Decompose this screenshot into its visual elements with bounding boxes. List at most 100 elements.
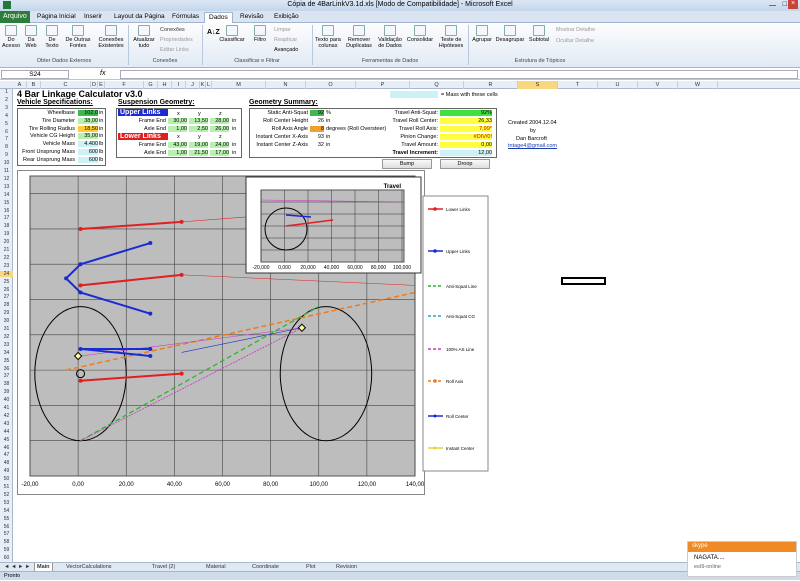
row-header[interactable]: 42 (0, 413, 13, 419)
row-header[interactable]: 5 (0, 121, 13, 127)
vehicle-value-input[interactable]: 35,00 (78, 133, 98, 140)
minimize-icon[interactable]: — (769, 2, 776, 9)
column-header-H[interactable]: H (158, 81, 172, 89)
remove-duplicates-button[interactable]: Remover Duplicatas (344, 25, 374, 49)
consolidate-button[interactable]: Consolidar (405, 25, 435, 43)
coord-input[interactable]: 2,50 (189, 126, 208, 132)
row-header[interactable]: 11 (0, 168, 13, 174)
column-header-F[interactable]: F (105, 81, 144, 89)
tab-dados[interactable]: Dados (204, 12, 233, 23)
row-header[interactable]: 50 (0, 476, 13, 482)
text-to-columns-button[interactable]: Texto para colunas (314, 25, 342, 49)
row-header[interactable]: 12 (0, 176, 13, 182)
column-header-Q[interactable]: Q (410, 81, 464, 89)
data-validation-button[interactable]: Validação de Dados (375, 25, 405, 49)
coord-input[interactable]: 17,00 (210, 150, 229, 156)
formula-input[interactable] (120, 70, 798, 79)
fx-icon[interactable]: fx (100, 70, 105, 77)
vehicle-value-input[interactable]: 102,0 (78, 110, 98, 116)
row-header[interactable]: 59 (0, 547, 13, 553)
row-header[interactable]: 8 (0, 144, 13, 150)
from-access-button[interactable]: Do Acesso (2, 25, 20, 49)
row-header[interactable]: 54 (0, 508, 13, 514)
file-tab[interactable]: Arquivo (0, 11, 30, 23)
tab-formulas[interactable]: Fórmulas (168, 12, 203, 23)
droop-button[interactable]: Droop (440, 159, 490, 169)
column-header-D[interactable]: D (91, 81, 98, 89)
row-header[interactable]: 49 (0, 468, 13, 474)
row-header[interactable]: 1 (0, 89, 13, 95)
row-header[interactable]: 52 (0, 492, 13, 498)
row-header[interactable]: 13 (0, 184, 13, 190)
row-header[interactable]: 35 (0, 358, 13, 364)
row-header[interactable]: 32 (0, 334, 13, 340)
row-header[interactable]: 39 (0, 389, 13, 395)
active-cell[interactable] (561, 277, 606, 285)
row-header[interactable]: 60 (0, 555, 13, 561)
row-header[interactable]: 4 (0, 113, 13, 119)
existing-connections-button[interactable]: Conexões Existentes (96, 25, 126, 49)
sort-button[interactable]: Classificar (218, 25, 246, 43)
from-web-button[interactable]: Da Web (22, 25, 40, 49)
row-header[interactable]: 28 (0, 302, 13, 308)
column-header-V[interactable]: V (638, 81, 678, 89)
row-header[interactable]: 47 (0, 452, 13, 458)
row-header[interactable]: 53 (0, 500, 13, 506)
row-header[interactable]: 19 (0, 231, 13, 237)
row-header[interactable]: 43 (0, 421, 13, 427)
row-header[interactable]: 21 (0, 247, 13, 253)
row-header[interactable]: 45 (0, 437, 13, 443)
ungroup-button[interactable]: Desagrupar (495, 25, 525, 43)
row-header[interactable]: 48 (0, 460, 13, 466)
tab-revisao[interactable]: Revisão (236, 12, 267, 23)
row-header[interactable]: 15 (0, 200, 13, 206)
column-header-E[interactable]: E (98, 81, 105, 89)
tab-inserir[interactable]: Inserir (80, 12, 106, 23)
column-header-W[interactable]: W (678, 81, 718, 89)
row-header[interactable]: 6 (0, 129, 13, 135)
vehicle-value-input[interactable]: 38,00 (78, 117, 98, 124)
row-header[interactable]: 34 (0, 350, 13, 356)
from-text-button[interactable]: De Texto (42, 25, 62, 49)
column-header-I[interactable]: I (172, 81, 186, 89)
row-header[interactable]: 40 (0, 397, 13, 403)
advanced-link[interactable]: Avançado (274, 47, 298, 53)
edit-links-link[interactable]: Editar Links (160, 47, 189, 53)
vehicle-value-input[interactable]: 600 (78, 149, 98, 155)
coord-input[interactable]: 13,50 (189, 118, 208, 124)
coord-input[interactable]: 1,00 (168, 126, 187, 132)
close-icon[interactable]: × (788, 0, 798, 9)
row-header[interactable]: 36 (0, 366, 13, 372)
column-header-A[interactable]: A (13, 81, 27, 89)
row-header[interactable]: 30 (0, 318, 13, 324)
maximize-icon[interactable]: □ (783, 1, 787, 8)
subtotal-button[interactable]: Subtotal (527, 25, 551, 43)
column-header-R[interactable]: R (464, 81, 518, 89)
row-header[interactable]: 26 (0, 287, 13, 293)
column-header-N[interactable]: N (266, 81, 306, 89)
row-header[interactable]: 58 (0, 539, 13, 545)
coord-input[interactable]: 26,00 (210, 126, 229, 132)
row-header[interactable]: 29 (0, 310, 13, 316)
hide-detail-link[interactable]: Ocultar Detalhe (556, 38, 594, 44)
other-sources-button[interactable]: De Outras Fontes (63, 25, 93, 49)
column-header-P[interactable]: P (356, 81, 410, 89)
clear-link[interactable]: Limpar (274, 27, 291, 33)
row-header[interactable]: 38 (0, 381, 13, 387)
properties-link[interactable]: Propriedades (160, 37, 193, 43)
linkage-chart[interactable]: -20,00 0,00 20,00 40,00 60,00 80,00 100,00 120,… (17, 170, 489, 495)
row-header[interactable]: 37 (0, 373, 13, 379)
column-header-U[interactable]: U (598, 81, 638, 89)
row-header[interactable]: 31 (0, 326, 13, 332)
row-header[interactable]: 27 (0, 294, 13, 300)
bump-button[interactable]: Bump (382, 159, 432, 169)
email-link[interactable]: tntage4@gmail.com (508, 143, 557, 149)
group-button[interactable]: Agrupar (470, 25, 494, 43)
column-header-G[interactable]: G (144, 81, 158, 89)
column-header-C[interactable]: C (41, 81, 91, 89)
coord-input[interactable]: 21,50 (189, 150, 208, 156)
row-header[interactable]: 14 (0, 192, 13, 198)
row-header[interactable]: 7 (0, 136, 13, 142)
coord-input[interactable]: 1,00 (168, 150, 187, 156)
row-header[interactable]: 17 (0, 215, 13, 221)
